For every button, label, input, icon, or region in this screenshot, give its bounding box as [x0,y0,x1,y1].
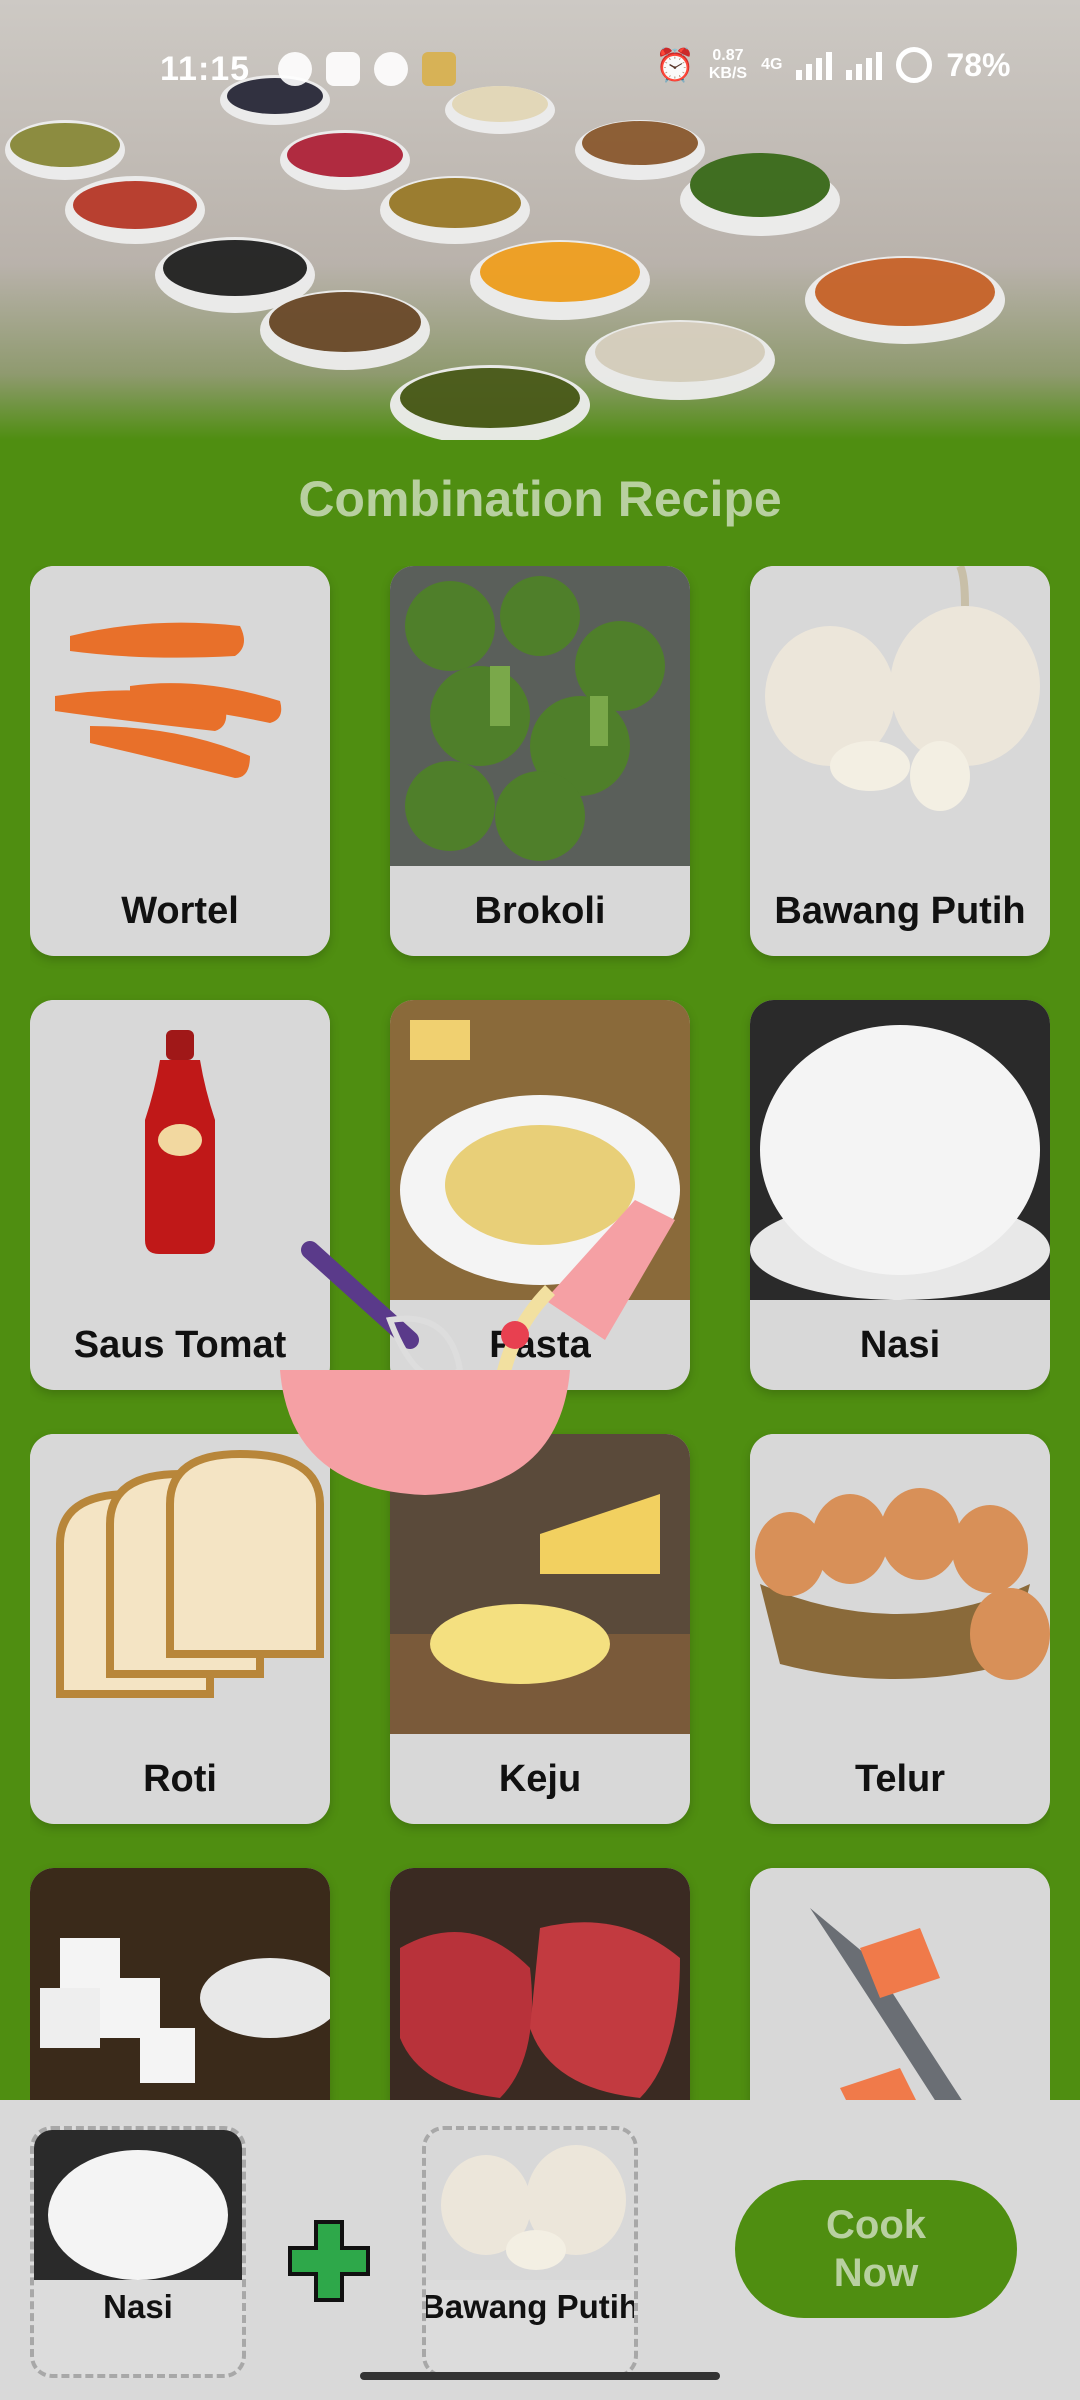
network-speed: 0.87 KB/S [709,47,747,83]
network-speed-value: 0.87 [712,47,744,64]
fish-image [750,1868,1050,2100]
rice-image [750,1000,1050,1300]
ingredient-card-brokoli[interactable]: Brokoli [390,566,690,956]
ingredient-card-bawang-putih[interactable]: Bawang Putih [750,566,1050,956]
battery-ring-icon [896,47,933,83]
signal-icon-1 [796,50,833,80]
hero-ingredients-image: 11:15 ⏰ 0.87 KB/S 4G 78% [0,0,1080,440]
ingredient-label: Telur [854,1758,946,1800]
rice-image [34,2130,242,2280]
ingredient-label: Brokoli [474,890,606,932]
slot-label: Bawang Putih [422,2288,638,2325]
battery-percent: 78% [946,46,1011,83]
sugar-image [30,1868,330,2100]
carrot-image [30,566,330,866]
meat-image [390,1868,690,2100]
garlic-image [750,566,1050,866]
slot-label: Nasi [103,2288,173,2325]
combination-slot-2[interactable]: Bawang Putih [422,2126,638,2378]
egg-image [750,1434,1050,1734]
ingredient-label: Roti [143,1758,217,1800]
network-speed-unit: KB/S [708,65,748,82]
gesture-nav-bar[interactable] [360,2372,720,2380]
whatsapp-icon [278,52,312,86]
cook-now-button[interactable]: Cook Now [735,2180,1017,2318]
ingredient-label: Bawang Putih [774,890,1026,932]
signal-icon-2 [846,50,883,80]
status-time: 11:15 [160,50,251,88]
notification-icons [278,52,456,86]
combination-slot-1[interactable]: Nasi [30,2126,246,2378]
ingredient-card-wortel[interactable]: Wortel [30,566,330,956]
garlic-image [426,2130,634,2280]
mixing-bowl-icon [280,1180,700,1520]
plus-icon [288,2220,370,2302]
ingredient-card-nasi[interactable]: Nasi [750,1000,1050,1390]
ingredient-card-sugar[interactable] [30,1868,330,2100]
camera-app-icon [374,52,408,86]
ingredient-card-meat[interactable] [390,1868,690,2100]
broccoli-image [390,566,690,866]
ingredient-card-telur[interactable]: Telur [750,1434,1050,1824]
app-logo-icon [422,52,456,86]
ingredient-label: Keju [498,1758,582,1800]
page-title: Combination Recipe [298,471,782,527]
status-bar: 11:15 ⏰ 0.87 KB/S 4G 78% [0,0,1080,140]
alarm-icon: ⏰ [655,47,695,83]
ingredient-label: Nasi [859,1324,941,1366]
app-screen: 11:15 ⏰ 0.87 KB/S 4G 78% Combination Rec… [0,0,1080,2400]
ingredient-label: Wortel [121,890,239,932]
network-type: 4G [761,56,783,73]
ingredient-card-fish[interactable] [750,1868,1050,2100]
system-indicators: ⏰ 0.87 KB/S 4G 78% [655,46,1010,84]
messages-icon [326,52,360,86]
